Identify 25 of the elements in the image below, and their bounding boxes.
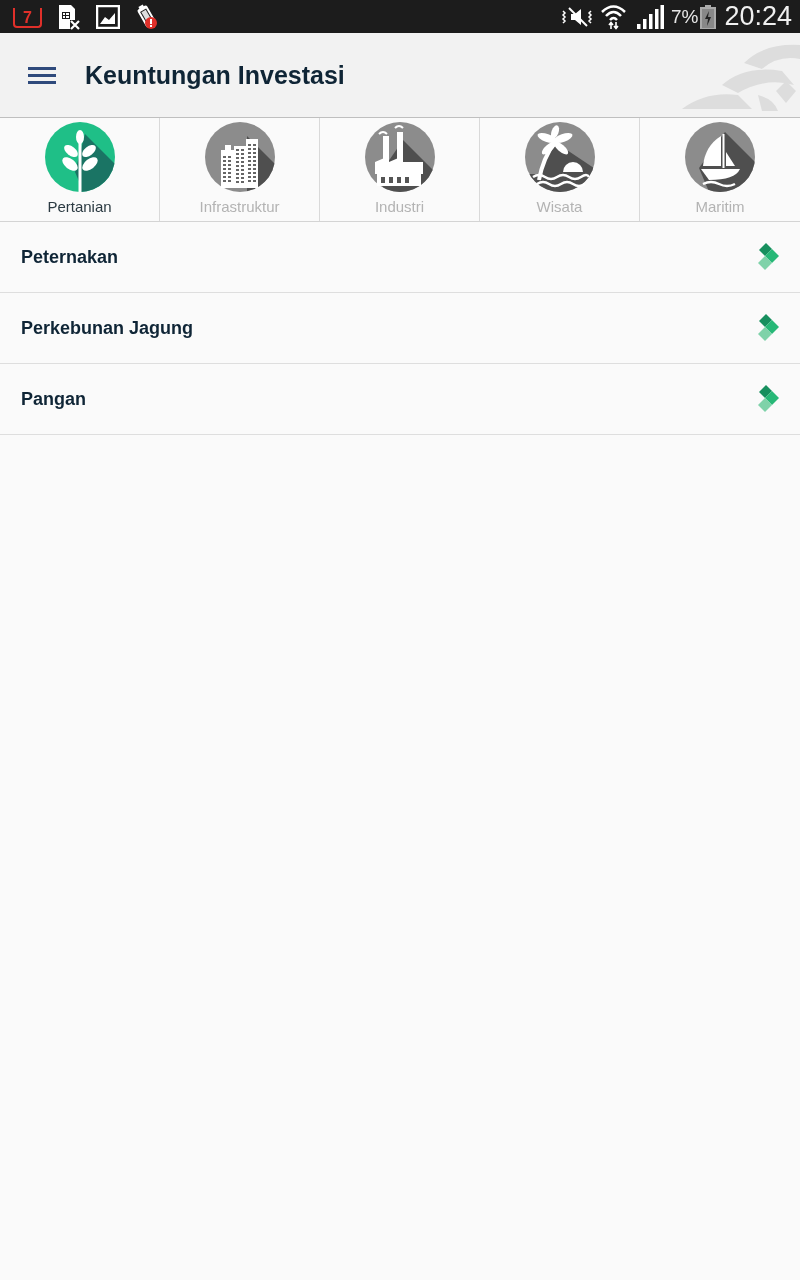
menu-button[interactable] xyxy=(28,66,56,84)
battery-alert-icon xyxy=(136,3,160,30)
category-tab[interactable]: Pertanian xyxy=(0,118,160,221)
palm-beach-icon xyxy=(524,122,595,192)
clock-time: 20:24 xyxy=(724,3,792,30)
list-item[interactable]: Peternakan xyxy=(0,222,800,293)
calendar-day: 7 xyxy=(23,9,32,26)
buildings-icon xyxy=(204,122,275,192)
image-icon xyxy=(96,4,120,29)
list-item[interactable]: Pangan xyxy=(0,364,800,435)
factory-icon xyxy=(364,122,435,192)
chevron-icon xyxy=(757,243,779,271)
list-item[interactable]: Perkebunan Jagung xyxy=(0,293,800,364)
battery-icon xyxy=(700,4,717,29)
menu-icon xyxy=(28,66,56,84)
mute-icon xyxy=(560,5,593,28)
signal-icon xyxy=(636,4,664,29)
sailboat-icon xyxy=(685,122,755,192)
plant-icon xyxy=(44,122,115,192)
document-icon xyxy=(57,3,81,30)
wifi-icon xyxy=(600,3,626,30)
page-title: Keuntungan Investasi xyxy=(85,62,345,88)
battery-percent: 7% xyxy=(670,7,699,26)
chevron-icon xyxy=(757,385,779,413)
chevron-icon xyxy=(757,314,779,342)
